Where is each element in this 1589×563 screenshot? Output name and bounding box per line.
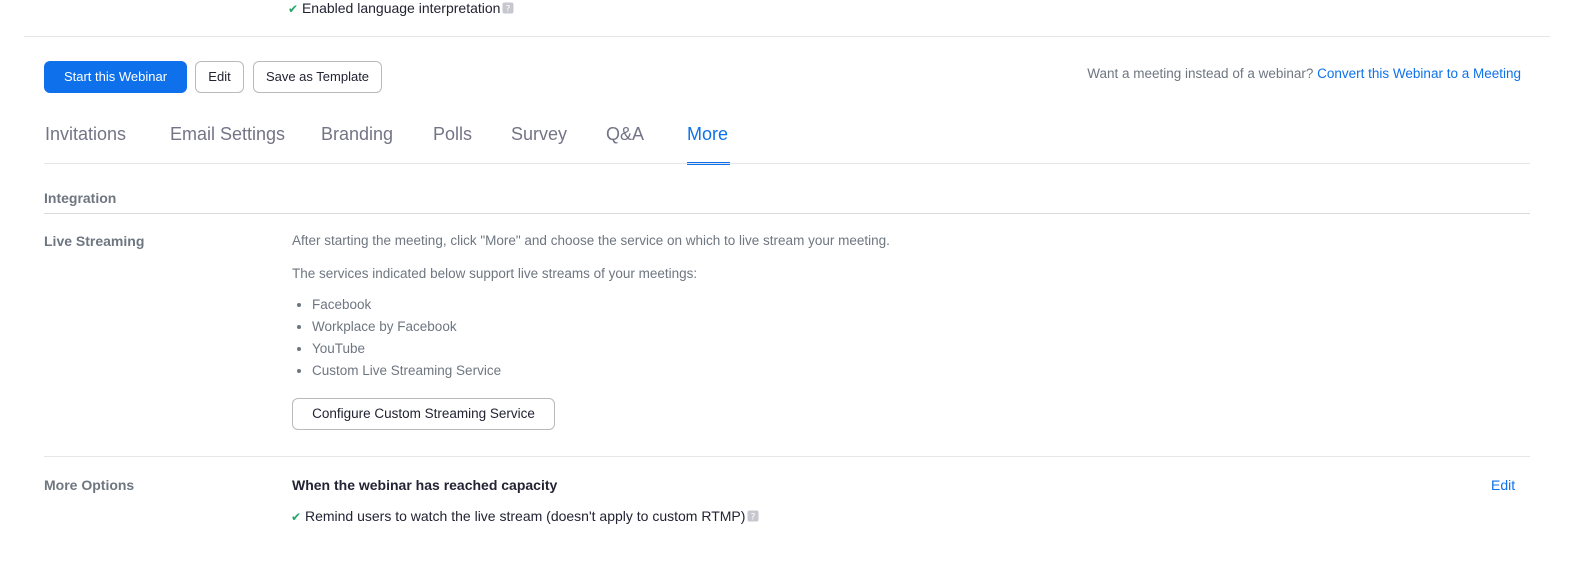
- more-options-edit-link[interactable]: Edit: [1491, 477, 1515, 493]
- live-streaming-label: Live Streaming: [44, 233, 145, 249]
- top-divider: [24, 36, 1550, 37]
- more-options-divider: [44, 456, 1530, 457]
- integration-heading: Integration: [44, 190, 117, 206]
- start-webinar-button[interactable]: Start this Webinar: [44, 61, 187, 93]
- remind-live-stream-option: ✔ Remind users to watch the live stream …: [291, 508, 759, 524]
- list-item: Facebook: [312, 294, 501, 316]
- tab-branding[interactable]: Branding: [321, 122, 393, 146]
- remind-live-stream-text: Remind users to watch the live stream (d…: [304, 508, 746, 524]
- configure-custom-streaming-button[interactable]: Configure Custom Streaming Service: [292, 398, 555, 430]
- list-item: Workplace by Facebook: [312, 316, 501, 338]
- convert-to-meeting-link[interactable]: Convert this Webinar to a Meeting: [1317, 66, 1521, 81]
- live-streaming-instruction: After starting the meeting, click "More"…: [292, 233, 890, 248]
- convert-prompt-text: Want a meeting instead of a webinar?: [1087, 66, 1314, 81]
- tabs-divider: [44, 163, 1530, 164]
- list-item: YouTube: [312, 338, 501, 360]
- save-as-template-button[interactable]: Save as Template: [253, 61, 382, 93]
- svg-text:?: ?: [506, 5, 511, 15]
- tab-more[interactable]: More: [687, 122, 728, 146]
- integration-divider: [44, 213, 1530, 214]
- live-streaming-services-intro: The services indicated below support liv…: [292, 266, 698, 281]
- more-options-label: More Options: [44, 477, 135, 493]
- tab-survey[interactable]: Survey: [511, 122, 567, 146]
- tab-polls[interactable]: Polls: [433, 122, 472, 146]
- checkmark-icon: ✔: [291, 510, 302, 524]
- capacity-heading: When the webinar has reached capacity: [292, 477, 558, 493]
- list-item: Custom Live Streaming Service: [312, 360, 501, 382]
- streaming-services-list: Facebook Workplace by Facebook YouTube C…: [292, 294, 501, 382]
- tab-email-settings[interactable]: Email Settings: [170, 122, 285, 146]
- tab-qa[interactable]: Q&A: [606, 122, 644, 146]
- tab-invitations[interactable]: Invitations: [45, 122, 126, 146]
- edit-button[interactable]: Edit: [195, 61, 244, 93]
- language-interpretation-status: ✔ Enabled language interpretation?: [288, 0, 514, 16]
- info-icon[interactable]: ?: [502, 2, 514, 14]
- checkmark-icon: ✔: [288, 2, 299, 16]
- language-interpretation-text: Enabled language interpretation: [301, 0, 501, 16]
- svg-text:?: ?: [751, 513, 756, 523]
- convert-prompt: Want a meeting instead of a webinar? Con…: [1087, 66, 1521, 81]
- info-icon[interactable]: ?: [747, 510, 759, 522]
